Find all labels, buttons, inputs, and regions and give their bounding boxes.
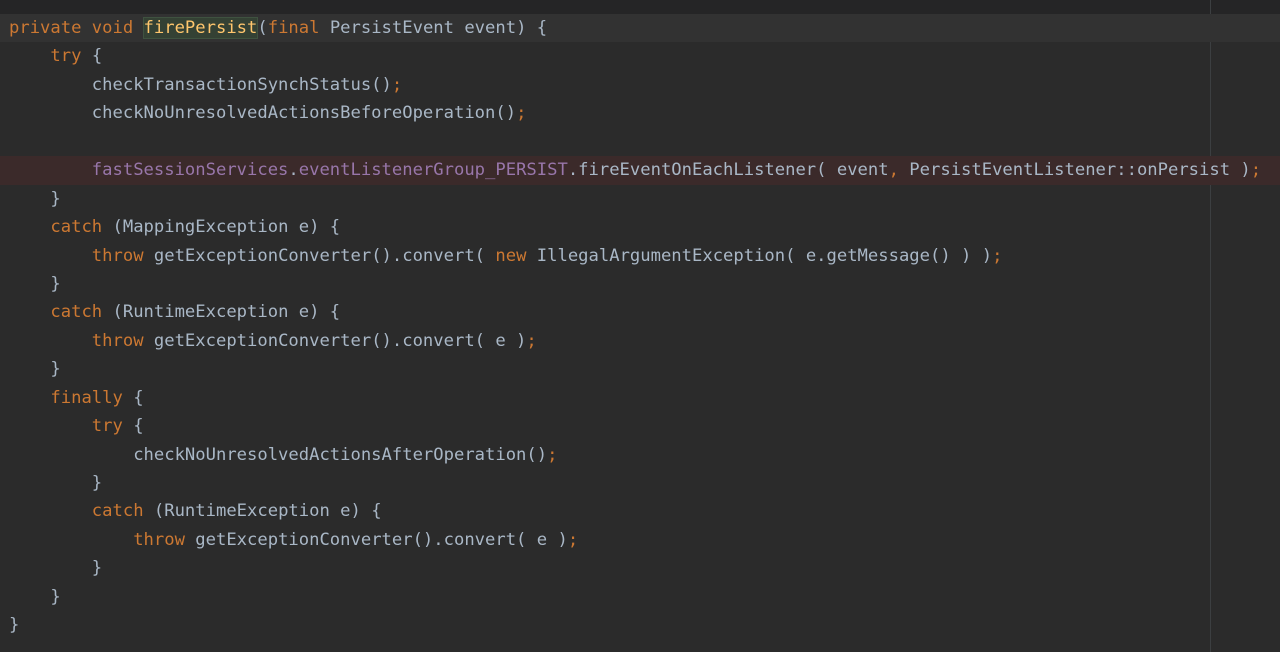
- code-line[interactable]: checkNoUnresolvedActionsAfterOperation()…: [0, 441, 1280, 469]
- keyword-token: try: [50, 46, 92, 67]
- code-token: }: [50, 586, 61, 607]
- code-line[interactable]: [0, 128, 1280, 156]
- code-token: getExceptionConverter().convert( e ): [195, 529, 568, 550]
- code-token: {: [133, 416, 144, 437]
- code-token: (MappingException e) {: [112, 217, 341, 238]
- code-line[interactable]: finally {: [0, 384, 1280, 412]
- code-line[interactable]: }: [0, 185, 1280, 213]
- field-token: eventListenerGroup_PERSIST: [298, 160, 568, 181]
- editor-top-strip: [0, 0, 1280, 14]
- code-token: ;: [547, 444, 558, 465]
- keyword-token: try: [91, 416, 134, 437]
- keyword-token: catch: [50, 302, 113, 323]
- code-token: IllegalArgumentException( e.getMessage()…: [536, 245, 993, 266]
- code-line[interactable]: throw getExceptionConverter().convert( n…: [0, 242, 1280, 270]
- code-line[interactable]: }: [0, 270, 1280, 298]
- code-token: getExceptionConverter().convert(: [153, 245, 496, 266]
- code-area[interactable]: private void firePersist(final PersistEv…: [0, 14, 1280, 640]
- code-token: checkNoUnresolvedActionsAfterOperation(): [133, 444, 548, 465]
- code-token: {: [91, 46, 103, 67]
- code-line[interactable]: try {: [0, 42, 1280, 70]
- keyword-token: throw: [133, 529, 196, 550]
- code-line[interactable]: throw getExceptionConverter().convert( e…: [0, 526, 1280, 554]
- code-line[interactable]: catch (MappingException e) {: [0, 213, 1280, 241]
- code-token: ;: [567, 529, 579, 550]
- code-token: checkTransactionSynchStatus(): [91, 74, 392, 95]
- method-name-token: firePersist: [142, 17, 259, 39]
- code-line[interactable]: checkTransactionSynchStatus();: [0, 71, 1280, 99]
- code-line[interactable]: }: [0, 611, 1280, 639]
- code-token: }: [50, 273, 61, 294]
- keyword-token: catch: [91, 501, 154, 522]
- code-line[interactable]: }: [0, 583, 1280, 611]
- field-token: fastSessionServices: [91, 160, 289, 181]
- code-token: ;: [1250, 160, 1262, 181]
- code-token: ;: [516, 103, 527, 124]
- code-line[interactable]: try {: [0, 412, 1280, 440]
- code-token: checkNoUnresolvedActionsBeforeOperation(…: [91, 103, 517, 124]
- code-line[interactable]: }: [0, 554, 1280, 582]
- code-line[interactable]: private void firePersist(final PersistEv…: [0, 14, 1280, 43]
- code-token: getExceptionConverter().convert( e ): [153, 330, 527, 351]
- code-token: }: [9, 615, 20, 636]
- code-line[interactable]: checkNoUnresolvedActionsBeforeOperation(…: [0, 99, 1280, 127]
- code-token: ;: [526, 330, 537, 351]
- code-token: }: [50, 188, 61, 209]
- code-token: {: [133, 387, 144, 408]
- code-token: ;: [992, 245, 1003, 266]
- code-token: (RuntimeException e) {: [112, 302, 341, 323]
- code-token: PersistEventListener::onPersist ): [909, 160, 1251, 181]
- code-token: (: [257, 18, 268, 38]
- code-token: .: [288, 160, 299, 181]
- code-line[interactable]: catch (RuntimeException e) {: [0, 298, 1280, 326]
- code-token: ;: [391, 74, 403, 95]
- code-line[interactable]: }: [0, 355, 1280, 383]
- code-token: }: [91, 473, 103, 493]
- code-token: PersistEvent event) {: [329, 18, 548, 38]
- code-token: .fireEventOnEachListener( event: [567, 160, 889, 181]
- keyword-token: throw: [91, 330, 154, 351]
- code-token: }: [50, 359, 61, 380]
- code-token: }: [91, 558, 103, 579]
- keyword-token: final: [267, 18, 330, 38]
- code-line[interactable]: fastSessionServices.eventListenerGroup_P…: [0, 156, 1280, 185]
- keyword-token: private void: [9, 18, 144, 38]
- code-token: (RuntimeException e) {: [153, 501, 382, 522]
- keyword-token: new: [495, 245, 537, 266]
- code-line[interactable]: catch (RuntimeException e) {: [0, 497, 1280, 525]
- keyword-token: finally: [50, 387, 134, 408]
- code-line[interactable]: throw getExceptionConverter().convert( e…: [0, 327, 1280, 355]
- keyword-token: catch: [50, 217, 113, 238]
- keyword-token: throw: [91, 245, 154, 266]
- code-editor[interactable]: private void firePersist(final PersistEv…: [0, 0, 1280, 652]
- code-token: ,: [888, 160, 910, 181]
- code-line[interactable]: }: [0, 469, 1280, 497]
